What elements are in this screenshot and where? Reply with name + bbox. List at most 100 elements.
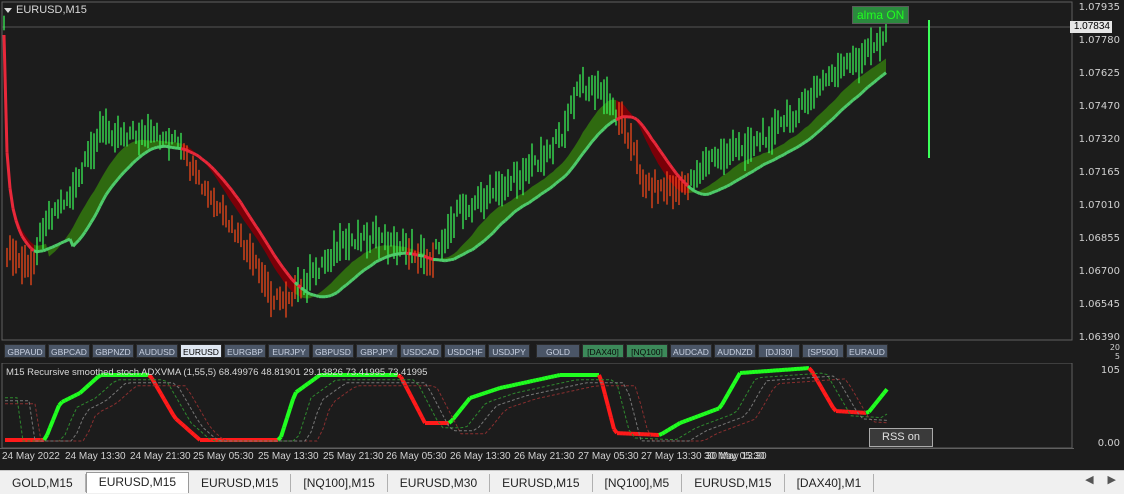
symbol-button-usdjpy[interactable]: USDJPY <box>488 344 530 358</box>
symbol-button-nq100[interactable]: [NQ100] <box>626 344 668 358</box>
chart-tab[interactable]: [NQ100],M15 <box>291 474 387 492</box>
moving-average-segment <box>478 243 481 245</box>
dropdown-arrow-icon[interactable] <box>4 8 12 13</box>
stoch-line-segment <box>833 408 836 412</box>
moving-average-segment <box>847 103 850 106</box>
chart-tab[interactable]: GOLD,M15 <box>0 474 86 492</box>
sub-axis-bottom-small: 5 <box>1115 352 1120 361</box>
stoch-line-segment <box>278 437 281 440</box>
moving-average-segment <box>526 203 529 205</box>
moving-average-segment <box>154 147 157 148</box>
stoch-line-segment <box>488 391 491 392</box>
price-axis-label: 1.07625 <box>1079 68 1120 79</box>
symbol-button-euraud[interactable]: EURAUD <box>846 344 888 358</box>
chart-tab[interactable]: [NQ100],M5 <box>593 474 683 492</box>
moving-average-segment <box>406 253 409 254</box>
chart-tab[interactable]: EURUSD,M30 <box>388 474 490 492</box>
stoch-line-segment <box>164 399 167 404</box>
moving-average-segment <box>619 117 622 118</box>
stoch-line-segment <box>449 421 452 424</box>
symbol-button-usdchf[interactable]: USDCHF <box>444 344 486 358</box>
symbol-button-audcad[interactable]: AUDCAD <box>670 344 712 358</box>
alma-status-label[interactable]: alma ON <box>852 6 909 24</box>
stoch-line-segment <box>194 435 197 438</box>
moving-average-segment <box>775 158 778 160</box>
moving-average-segment <box>376 260 379 261</box>
moving-average-segment <box>481 241 484 243</box>
stoch-line-segment <box>473 396 476 397</box>
symbol-button-audusd[interactable]: AUDUSD <box>136 344 178 358</box>
symbol-button-eurjpy[interactable]: EURJPY <box>268 344 310 358</box>
chart-tab[interactable]: EURUSD,M15 <box>490 474 592 492</box>
symbol-button-gold[interactable]: GOLD <box>536 344 580 358</box>
stoch-line-segment <box>158 389 161 394</box>
stoch-line-segment <box>179 422 182 425</box>
symbol-button-gbpaud[interactable]: GBPAUD <box>4 344 46 358</box>
symbol-button-audnzd[interactable]: AUDNZD <box>714 344 756 358</box>
symbol-button-dax40[interactable]: [DAX40] <box>582 344 624 358</box>
moving-average-segment <box>844 105 847 108</box>
moving-average-segment <box>724 186 727 188</box>
stoch-line-segment <box>695 416 698 417</box>
moving-average-segment <box>46 248 49 249</box>
moving-average-segment <box>499 223 502 226</box>
stoch-line-segment <box>536 380 539 381</box>
stoch-line-segment <box>308 381 311 383</box>
symbol-button-eurgbp[interactable]: EURGBP <box>224 344 266 358</box>
moving-average-segment <box>346 283 349 285</box>
moving-average-segment <box>421 256 424 257</box>
stoch-line-segment <box>719 405 722 409</box>
symbol-buttons-bar: GBPAUDGBPCADGBPNZDAUDUSDEURUSDEURGBPEURJ… <box>0 343 1074 361</box>
moving-average-segment <box>826 122 829 125</box>
stoch-line-segment <box>680 422 683 423</box>
chart-tab[interactable]: EURUSD,M15 <box>189 474 291 492</box>
moving-average-segment <box>559 179 562 181</box>
moving-average-segment <box>688 186 691 189</box>
sub-axis-bottom: 0.00 <box>1098 438 1120 449</box>
stoch-line-segment <box>869 408 872 412</box>
stoch-line-segment <box>824 392 827 397</box>
symbol-button-sp500[interactable]: [SP500] <box>802 344 844 358</box>
moving-average-segment <box>487 236 490 239</box>
stoch-line-segment <box>866 412 869 413</box>
moving-average-segment <box>850 100 853 103</box>
scroll-left-icon[interactable]: ◀ <box>1085 473 1093 486</box>
symbol-button-gbpcad[interactable]: GBPCAD <box>48 344 90 358</box>
symbol-button-dji30[interactable]: [DJI30] <box>758 344 800 358</box>
moving-average-segment <box>598 132 601 135</box>
stoch-line-segment <box>74 395 77 397</box>
moving-average-segment <box>64 240 67 241</box>
rss-toggle-button[interactable]: RSS on <box>869 428 933 447</box>
moving-average-segment <box>823 125 826 128</box>
moving-average-segment <box>634 118 637 120</box>
stoch-line-segment <box>161 394 164 399</box>
moving-average-segment <box>385 256 388 257</box>
stoch-line-segment <box>821 387 824 392</box>
moving-average-segment <box>865 87 868 90</box>
moving-average-segment <box>550 186 553 188</box>
moving-average-segment <box>301 288 304 290</box>
moving-average-segment <box>37 251 40 252</box>
moving-average-segment <box>31 248 34 250</box>
moving-average-segment <box>427 257 430 258</box>
chart-tab[interactable]: EURUSD,M15 <box>682 474 784 492</box>
symbol-button-eurusd[interactable]: EURUSD <box>180 344 222 358</box>
stoch-line-segment <box>509 385 512 386</box>
moving-average-segment <box>868 85 871 87</box>
symbol-button-gbpjpy[interactable]: GBPJPY <box>356 344 398 358</box>
current-price-badge: 1.07834 <box>1070 21 1112 33</box>
moving-average-segment <box>352 278 355 280</box>
symbol-button-usdcad[interactable]: USDCAD <box>400 344 442 358</box>
moving-average-segment <box>358 273 361 275</box>
symbol-button-gbpusd[interactable]: GBPUSD <box>312 344 354 358</box>
scroll-right-icon[interactable]: ▶ <box>1108 473 1116 486</box>
chart-tab[interactable]: [DAX40],M1 <box>785 474 875 492</box>
moving-average-segment <box>520 206 523 208</box>
stoch-line-segment <box>872 404 875 408</box>
stoch-line-segment <box>875 401 878 405</box>
stoch-line-segment <box>557 375 560 376</box>
moving-average-segment <box>355 275 358 278</box>
main-price-chart[interactable] <box>0 0 1124 341</box>
chart-tab[interactable]: EURUSD,M15 <box>86 472 189 493</box>
symbol-button-gbpnzd[interactable]: GBPNZD <box>92 344 134 358</box>
